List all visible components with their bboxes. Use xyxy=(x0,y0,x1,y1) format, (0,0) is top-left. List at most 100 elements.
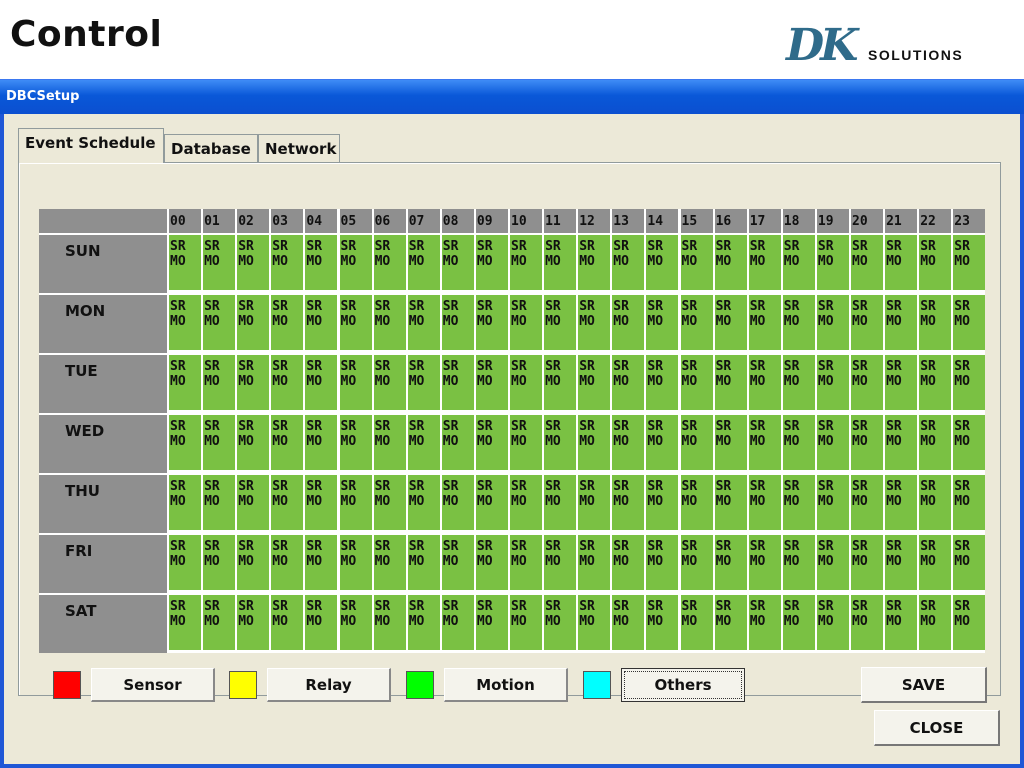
schedule-cell[interactable]: SR MO xyxy=(303,473,338,530)
schedule-cell[interactable]: SR MO xyxy=(746,533,781,590)
schedule-cell[interactable]: SR MO xyxy=(849,593,883,650)
hour-header-15[interactable]: 15 xyxy=(678,209,713,233)
schedule-cell[interactable]: SR MO xyxy=(678,533,713,590)
hour-header-00[interactable]: 00 xyxy=(167,209,201,233)
sensor-legend-button[interactable]: Sensor xyxy=(91,668,215,702)
schedule-cell[interactable]: SR MO xyxy=(542,353,577,410)
schedule-cell[interactable]: SR MO xyxy=(473,293,508,350)
hour-header-06[interactable]: 06 xyxy=(371,209,406,233)
schedule-cell[interactable]: SR MO xyxy=(678,293,713,350)
schedule-cell[interactable]: SR MO xyxy=(201,233,236,290)
schedule-cell[interactable]: SR MO xyxy=(508,533,542,590)
schedule-cell[interactable]: SR MO xyxy=(439,413,474,470)
schedule-cell[interactable]: SR MO xyxy=(712,413,747,470)
schedule-cell[interactable]: SR MO xyxy=(610,473,645,530)
schedule-cell[interactable]: SR MO xyxy=(610,353,645,410)
schedule-cell[interactable]: SR MO xyxy=(951,233,986,290)
schedule-cell[interactable]: SR MO xyxy=(780,533,815,590)
hour-header-23[interactable]: 23 xyxy=(951,209,986,233)
schedule-cell[interactable]: SR MO xyxy=(746,293,781,350)
schedule-cell[interactable]: SR MO xyxy=(712,473,747,530)
schedule-cell[interactable]: SR MO xyxy=(814,353,849,410)
schedule-cell[interactable]: SR MO xyxy=(917,353,952,410)
hour-header-16[interactable]: 16 xyxy=(712,209,747,233)
schedule-cell[interactable]: SR MO xyxy=(746,413,781,470)
schedule-cell[interactable]: SR MO xyxy=(814,593,849,650)
schedule-cell[interactable]: SR MO xyxy=(167,413,201,470)
schedule-cell[interactable]: SR MO xyxy=(269,293,304,350)
schedule-cell[interactable]: SR MO xyxy=(576,533,611,590)
schedule-cell[interactable]: SR MO xyxy=(883,413,918,470)
schedule-cell[interactable]: SR MO xyxy=(371,533,406,590)
window-titlebar[interactable]: DBCSetup xyxy=(0,80,1024,114)
schedule-cell[interactable]: SR MO xyxy=(337,473,372,530)
schedule-cell[interactable]: SR MO xyxy=(951,593,986,650)
schedule-cell[interactable]: SR MO xyxy=(201,473,236,530)
schedule-cell[interactable]: SR MO xyxy=(269,353,304,410)
schedule-cell[interactable]: SR MO xyxy=(371,473,406,530)
schedule-cell[interactable]: SR MO xyxy=(644,413,679,470)
schedule-cell[interactable]: SR MO xyxy=(235,353,270,410)
schedule-cell[interactable]: SR MO xyxy=(712,593,747,650)
schedule-cell[interactable]: SR MO xyxy=(303,593,338,650)
schedule-cell[interactable]: SR MO xyxy=(235,533,270,590)
hour-header-10[interactable]: 10 xyxy=(508,209,542,233)
tab-database[interactable]: Database xyxy=(164,134,258,162)
schedule-cell[interactable]: SR MO xyxy=(917,533,952,590)
schedule-cell[interactable]: SR MO xyxy=(405,233,440,290)
schedule-cell[interactable]: SR MO xyxy=(337,233,372,290)
schedule-cell[interactable]: SR MO xyxy=(235,293,270,350)
schedule-cell[interactable]: SR MO xyxy=(917,413,952,470)
schedule-cell[interactable]: SR MO xyxy=(610,293,645,350)
schedule-cell[interactable]: SR MO xyxy=(917,233,952,290)
schedule-cell[interactable]: SR MO xyxy=(405,473,440,530)
schedule-cell[interactable]: SR MO xyxy=(849,473,883,530)
hour-header-19[interactable]: 19 xyxy=(814,209,849,233)
schedule-cell[interactable]: SR MO xyxy=(746,353,781,410)
hour-header-21[interactable]: 21 xyxy=(883,209,918,233)
close-button[interactable]: CLOSE xyxy=(874,710,1000,746)
schedule-cell[interactable]: SR MO xyxy=(780,473,815,530)
hour-header-08[interactable]: 08 xyxy=(439,209,474,233)
day-label-mon[interactable]: MON xyxy=(39,293,167,353)
schedule-cell[interactable]: SR MO xyxy=(542,413,577,470)
schedule-cell[interactable]: SR MO xyxy=(508,593,542,650)
schedule-cell[interactable]: SR MO xyxy=(508,233,542,290)
schedule-cell[interactable]: SR MO xyxy=(167,233,201,290)
schedule-cell[interactable]: SR MO xyxy=(678,473,713,530)
schedule-cell[interactable]: SR MO xyxy=(814,413,849,470)
schedule-cell[interactable]: SR MO xyxy=(371,233,406,290)
schedule-cell[interactable]: SR MO xyxy=(951,413,986,470)
schedule-cell[interactable]: SR MO xyxy=(439,233,474,290)
schedule-cell[interactable]: SR MO xyxy=(678,233,713,290)
schedule-cell[interactable]: SR MO xyxy=(473,353,508,410)
schedule-cell[interactable]: SR MO xyxy=(746,473,781,530)
day-label-wed[interactable]: WED xyxy=(39,413,167,473)
schedule-cell[interactable]: SR MO xyxy=(712,353,747,410)
schedule-cell[interactable]: SR MO xyxy=(269,533,304,590)
schedule-cell[interactable]: SR MO xyxy=(576,293,611,350)
schedule-cell[interactable]: SR MO xyxy=(678,353,713,410)
schedule-cell[interactable]: SR MO xyxy=(337,293,372,350)
hour-header-12[interactable]: 12 xyxy=(576,209,611,233)
hour-header-05[interactable]: 05 xyxy=(337,209,372,233)
schedule-cell[interactable]: SR MO xyxy=(167,353,201,410)
schedule-cell[interactable]: SR MO xyxy=(917,473,952,530)
schedule-cell[interactable]: SR MO xyxy=(439,593,474,650)
schedule-cell[interactable]: SR MO xyxy=(439,353,474,410)
schedule-cell[interactable]: SR MO xyxy=(269,413,304,470)
schedule-cell[interactable]: SR MO xyxy=(508,473,542,530)
schedule-cell[interactable]: SR MO xyxy=(610,533,645,590)
schedule-cell[interactable]: SR MO xyxy=(780,593,815,650)
schedule-cell[interactable]: SR MO xyxy=(610,413,645,470)
schedule-cell[interactable]: SR MO xyxy=(883,233,918,290)
schedule-cell[interactable]: SR MO xyxy=(542,593,577,650)
schedule-cell[interactable]: SR MO xyxy=(814,293,849,350)
schedule-cell[interactable]: SR MO xyxy=(814,533,849,590)
schedule-cell[interactable]: SR MO xyxy=(780,353,815,410)
schedule-cell[interactable]: SR MO xyxy=(678,413,713,470)
schedule-cell[interactable]: SR MO xyxy=(712,533,747,590)
schedule-cell[interactable]: SR MO xyxy=(644,533,679,590)
day-label-sat[interactable]: SAT xyxy=(39,593,167,653)
schedule-cell[interactable]: SR MO xyxy=(405,533,440,590)
